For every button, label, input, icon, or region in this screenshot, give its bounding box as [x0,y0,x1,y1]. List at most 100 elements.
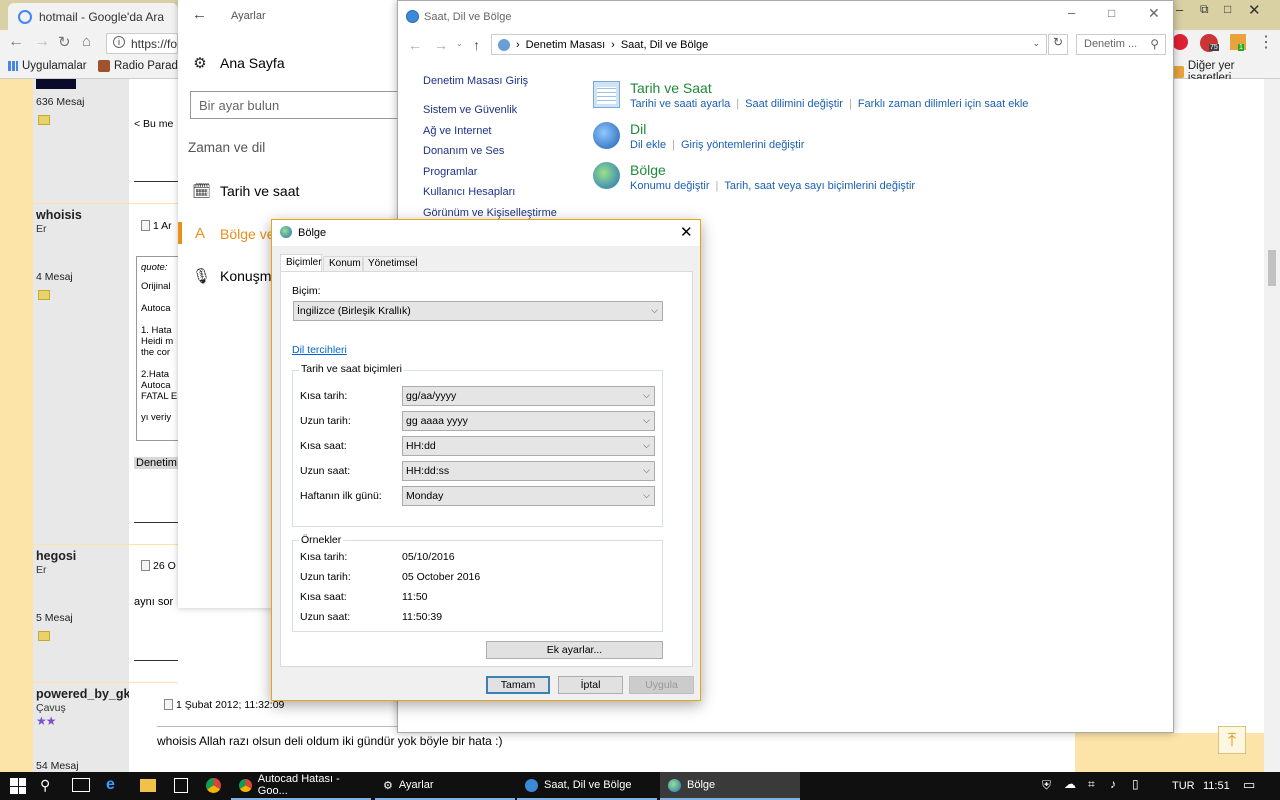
tab-administrative[interactable]: Yönetimsel [363,256,417,272]
store-icon[interactable] [174,778,188,793]
sidebar-link-home[interactable]: Denetim Masası Giriş [423,75,528,87]
extension-icon[interactable] [1172,34,1188,50]
volume-icon[interactable]: ♪ [1110,777,1116,791]
close-icon[interactable]: ✕ [1248,1,1261,19]
onedrive-icon[interactable]: ☁ [1064,777,1076,791]
sidebar-link-hardware[interactable]: Donanım ve Ses [423,145,504,157]
link-add-clocks[interactable]: Farklı zaman dilimleri için saat ekle [858,98,1029,110]
breadcrumb-item[interactable]: Saat, Dil ve Bölge [621,39,708,51]
breadcrumb-item[interactable]: Denetim Masası [526,39,605,51]
search-input[interactable]: Denetim ... ⚲ [1076,34,1166,55]
settings-home[interactable]: ⚙ Ana Sayfa [192,54,284,72]
task-view-icon[interactable] [72,778,90,792]
region-globe-icon [280,226,292,238]
address-bar[interactable]: › Denetim Masası › Saat, Dil ve Bölge ⌄ [491,34,1047,55]
settings-item-date-time[interactable]: 🗓 Tarih ve saat [192,182,299,200]
back-arrow-icon[interactable]: ← [192,6,207,23]
short-time-select[interactable]: HH:dd ⌵ [402,436,655,456]
tab-panel: Biçim: İngilizce (Birleşik Krallık) ⌵ Di… [280,271,693,667]
category-title-region[interactable]: Bölge [630,162,666,178]
post-date: 1 Şubat 2012; 11:32:09 [164,699,284,711]
input-language[interactable]: TUR [1172,780,1195,792]
page-scrollbar-thumb[interactable] [1268,250,1276,286]
sidebar-link-accounts[interactable]: Kullanıcı Hesapları [423,186,515,198]
sidebar-link-security[interactable]: Sistem ve Güvenlik [423,104,517,116]
search-placeholder: Bir ayar bulun [199,98,280,113]
taskbar-app-settings[interactable]: ⚙ Ayarlar [375,772,515,800]
long-date-select[interactable]: gg aaaa yyyy ⌵ [402,411,655,431]
maximize-icon[interactable]: □ [1108,6,1115,20]
search-icon[interactable]: ⚲ [40,777,50,794]
edge-icon[interactable]: e [106,776,115,794]
long-time-select[interactable]: HH:dd:ss ⌵ [402,461,655,481]
user-name[interactable]: powered_by_gkn [36,687,138,701]
up-arrow-icon[interactable]: ↑ [473,37,480,53]
link-change-timezone[interactable]: Saat dilimini değiştir [745,98,843,110]
example-value: 11:50:39 [402,611,443,623]
menu-icon[interactable]: ⋮ [1258,32,1274,52]
first-day-select[interactable]: Monday ⌵ [402,486,655,506]
browser-tab[interactable]: hotmail - Google'da Ara [8,3,178,30]
category-title-date-time[interactable]: Tarih ve Saat [630,80,712,96]
page-scrollbar[interactable] [1264,79,1280,772]
reload-icon[interactable]: ↻ [58,33,71,51]
restore-icon[interactable]: ⧉ [1200,2,1209,17]
user-name[interactable]: whoisis [36,208,82,222]
category-links-language: Dil ekle | Giriş yöntemlerini değiştir [630,139,804,151]
ok-button[interactable]: Tamam [486,676,550,694]
apply-button[interactable]: Uygula [629,676,694,694]
windows-start-icon[interactable] [10,778,26,794]
sidebar-link-appearance[interactable]: Görünüm ve Kişiselleştirme [423,207,557,219]
additional-settings-button[interactable]: Ek ayarlar... [486,641,663,659]
taskbar-app-chrome[interactable]: Autocad Hatası - Goo... [231,772,371,800]
chrome-icon[interactable] [206,778,221,793]
taskbar-app-control-panel[interactable]: Saat, Dil ve Bölge [517,772,657,800]
tab-location[interactable]: Konum [323,256,363,272]
action-center-note-icon[interactable]: ▯ [1132,777,1139,791]
address-bar[interactable]: i https://fo [106,33,178,54]
settings-item-region[interactable]: A Bölge ve [192,225,275,242]
sidebar-link-network[interactable]: Ağ ve Internet [423,125,492,137]
back-arrow-icon[interactable]: ← [408,37,422,53]
defender-icon[interactable]: ⛨ [1042,778,1051,793]
link-set-date-time[interactable]: Tarihi ve saati ayarla [630,98,730,110]
refresh-icon[interactable]: ↻ [1048,34,1068,55]
close-icon[interactable]: ✕ [1148,5,1160,22]
user-rank: Er [36,564,47,576]
chevron-down-icon[interactable]: ⌄ [1032,38,1040,49]
file-explorer-icon[interactable] [140,779,156,792]
link-change-formats[interactable]: Tarih, saat veya sayı biçimlerini değişt… [724,180,915,192]
category-title-language[interactable]: Dil [630,121,646,137]
dialog-titlebar: Bölge ✕ [272,220,700,246]
cancel-button[interactable]: İptal [558,676,623,694]
language-preferences-link[interactable]: Dil tercihleri [292,344,347,356]
taskbar-app-region[interactable]: Bölge [660,772,800,800]
notification-icon[interactable]: ▭ [1243,777,1255,793]
control-panel-icon [498,38,510,51]
settings-search-input[interactable]: Bir ayar bulun [190,91,400,119]
back-to-top-button[interactable]: ⤒ [1218,726,1246,754]
forward-arrow-icon[interactable]: → [434,37,448,53]
minimize-icon[interactable]: – [1068,5,1075,20]
home-icon[interactable]: ⌂ [82,33,91,50]
sidebar-link-programs[interactable]: Programlar [423,166,477,178]
maximize-icon[interactable]: □ [1224,2,1231,16]
bookmark-apps[interactable]: Uygulamalar [8,60,87,72]
format-select[interactable]: İngilizce (Birleşik Krallık) ⌵ [293,301,663,321]
back-arrow-icon[interactable]: ← [8,33,24,51]
chevron-down-icon[interactable]: ⌄ [456,39,463,48]
bookmark-radio-paradise[interactable]: Radio Paradis [98,60,186,72]
user-name[interactable]: hegosi [36,549,76,563]
short-date-select[interactable]: gg/aa/yyyy ⌵ [402,386,655,406]
minimize-icon[interactable]: – [1176,2,1183,17]
network-icon[interactable]: ⌗ [1088,777,1095,792]
link-change-location[interactable]: Konumu değiştir [630,180,710,192]
close-icon[interactable]: ✕ [680,223,693,241]
link-input-methods[interactable]: Giriş yöntemlerini değiştir [681,139,804,151]
tab-formats[interactable]: Biçimler [280,254,322,272]
link-add-language[interactable]: Dil ekle [630,139,666,151]
settings-item-speech[interactable]: 🎙 Konuşma [192,267,279,285]
clock-time[interactable]: 11:51 [1203,780,1230,792]
apps-icon [8,61,18,71]
forward-arrow-icon[interactable]: → [34,33,50,51]
